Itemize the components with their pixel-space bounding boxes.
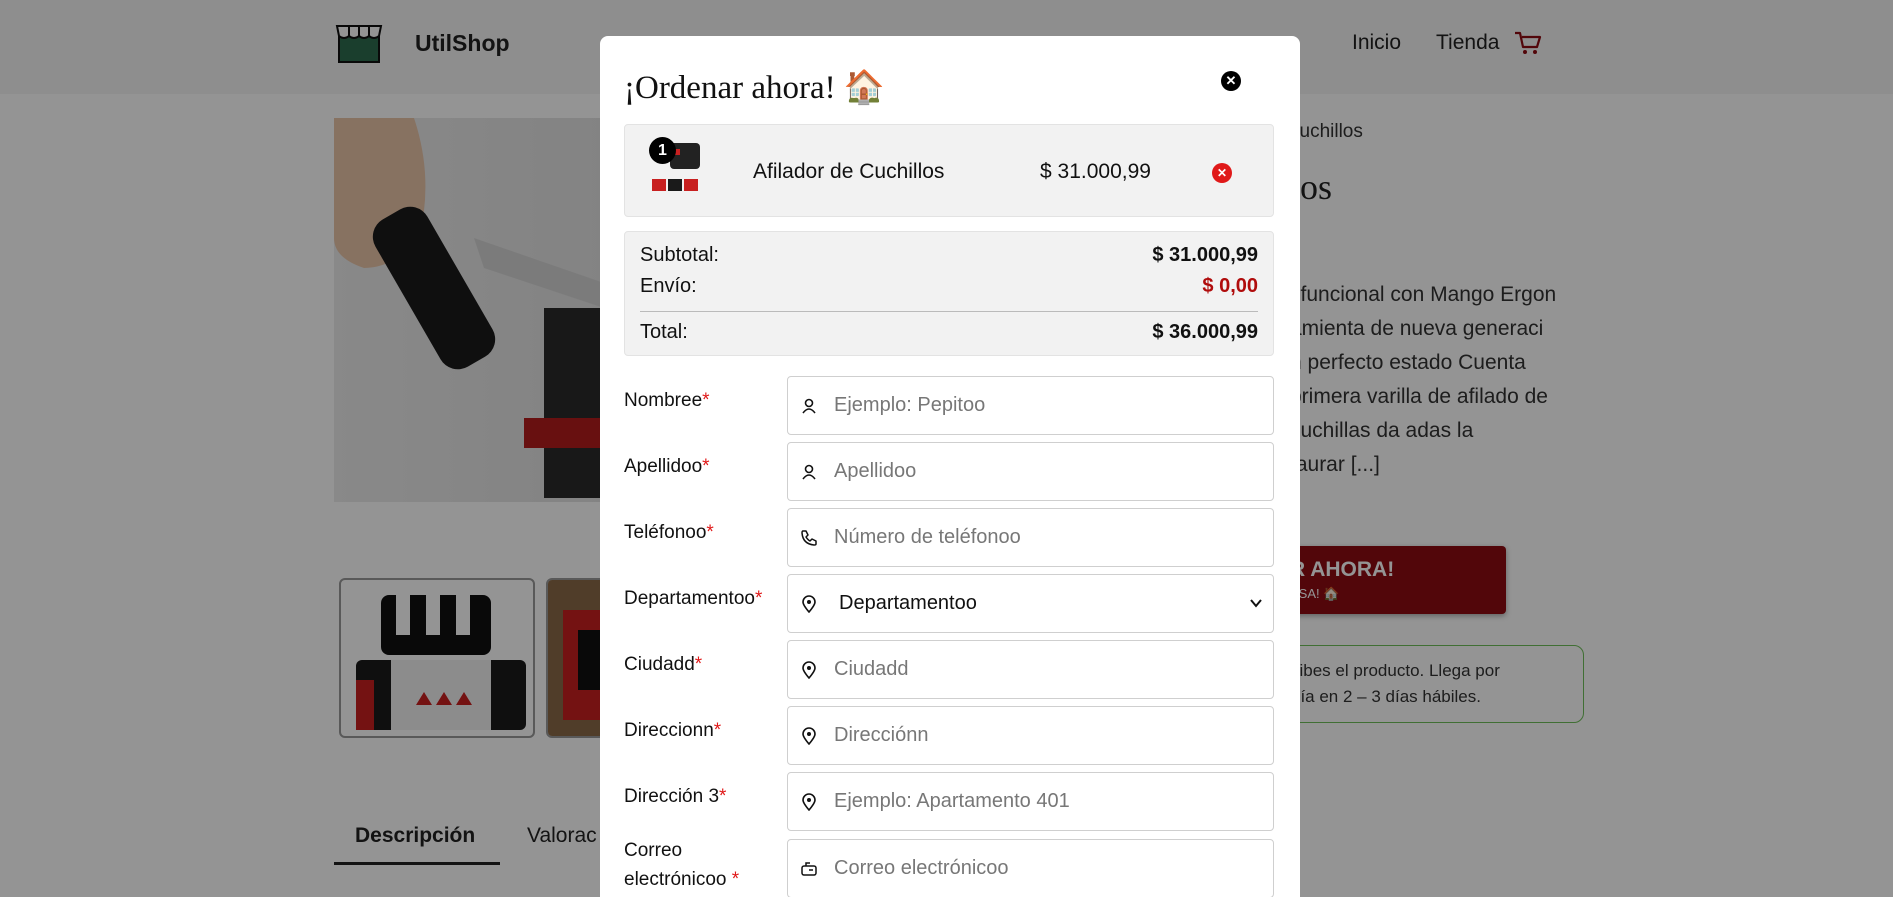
correo-label-text: electrónicoo [624,869,727,890]
totals-divider [640,311,1258,312]
location-pin-icon [802,661,816,679]
apellido-label: Apellidoo* [624,452,710,481]
telefono-input[interactable] [834,509,1254,566]
required-mark: * [713,720,722,741]
shipping-value: $ 0,00 [1202,275,1258,297]
direccion3-input[interactable] [834,773,1254,830]
cart-item-price: $ 31.000,99 [1040,160,1151,183]
total-label: Total: [640,321,688,343]
nombre-label-text: Nombree [624,390,703,411]
mailbox-icon [801,862,817,876]
nombre-input[interactable] [834,377,1254,434]
user-icon [802,398,816,414]
ciudad-label: Ciudadd* [624,650,702,679]
direccion-field[interactable] [787,706,1274,765]
direccion-label-text: Direccionn [624,720,714,741]
required-mark: * [702,456,710,477]
correo-field[interactable] [787,839,1274,897]
required-mark: * [702,390,710,411]
required-mark: * [754,588,763,609]
user-icon [802,464,816,480]
ciudad-label-text: Ciudadd [624,654,695,675]
telefono-label: Teléfonoo* [624,518,714,547]
departamento-label-text: Departamentoo [624,588,755,609]
departamento-select[interactable]: Departamentoo [787,574,1274,633]
required-mark: * [719,786,727,807]
cart-item-name: Afilador de Cuchillos [753,160,945,183]
chevron-down-icon[interactable] [1249,596,1263,610]
direccion-input[interactable] [834,707,1254,764]
correo-input[interactable] [834,840,1254,897]
order-totals: Subtotal: $ 31.000,99 Envío: $ 0,00 Tota… [624,231,1274,356]
nombre-label: Nombree* [624,386,710,415]
correo-label-line1: Correo [624,840,683,861]
location-pin-icon [802,727,816,745]
departamento-selected-value[interactable]: Departamentoo [839,575,1259,632]
total-value: $ 36.000,99 [1152,321,1258,343]
correo-label-line2: electrónicoo * [624,865,739,894]
phone-icon [801,530,817,546]
ciudad-field[interactable] [787,640,1274,699]
ciudad-input[interactable] [834,641,1254,698]
required-mark: * [694,654,703,675]
direccion3-label-text: Dirección 3 [624,786,720,807]
subtotal-label: Subtotal: [640,244,719,266]
telefono-label-text: Teléfonoo [624,522,707,543]
direccion3-field[interactable] [787,772,1274,831]
telefono-field[interactable] [787,508,1274,567]
cart-item: 1 Afilador de Cuchillos $ 31.000,99 ✕ [624,124,1274,217]
remove-item-icon[interactable]: ✕ [1212,163,1232,183]
direccion3-label: Dirección 3* [624,782,726,811]
apellido-label-text: Apellidoo [624,456,703,477]
apellido-field[interactable] [787,442,1274,501]
location-pin-icon [802,793,816,811]
location-pin-icon [802,595,816,613]
close-icon[interactable]: ✕ [1221,71,1241,91]
apellido-input[interactable] [834,443,1254,500]
required-mark: * [706,522,714,543]
order-modal: ¡Ordenar ahora! 🏠 ✕ 1 Afilador de Cuchil… [600,36,1300,897]
required-mark: * [731,869,740,890]
direccion-label: Direccionn* [624,716,721,745]
modal-title: ¡Ordenar ahora! 🏠 [624,70,885,106]
quantity-badge: 1 [649,137,676,164]
nombre-field[interactable] [787,376,1274,435]
subtotal-value: $ 31.000,99 [1152,244,1258,266]
departamento-label: Departamentoo* [624,584,762,613]
correo-label: Correo electrónicoo * [624,836,739,894]
shipping-label: Envío: [640,275,697,297]
